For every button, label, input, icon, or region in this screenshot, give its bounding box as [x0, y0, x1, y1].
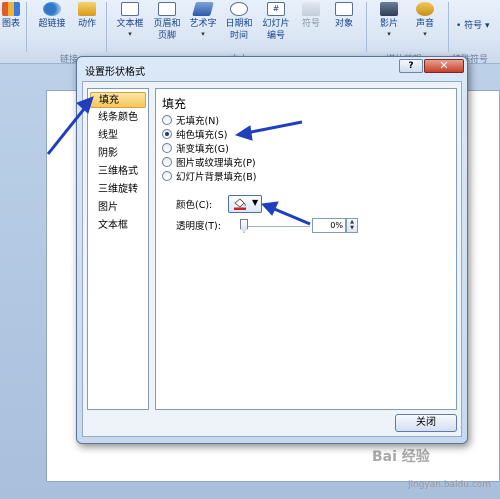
chevron-down-icon: ▾ [387, 30, 391, 38]
action-icon [78, 2, 96, 16]
symbol-button[interactable]: 符号 [298, 2, 324, 30]
omega-icon [302, 2, 320, 16]
divider [448, 2, 449, 52]
object-label: 对象 [334, 19, 353, 29]
watermark-url: jingyan.baidu.com [408, 480, 492, 490]
radio-icon [162, 115, 172, 125]
header-footer-label: 页眉和 [153, 19, 181, 29]
radio-icon [162, 143, 172, 153]
wordart-button[interactable]: 艺术字 ▾ [186, 2, 220, 38]
radio-icon [162, 171, 172, 181]
nav-item-3d-rotation[interactable]: 三维旋转 [90, 182, 146, 198]
radio-gradient-fill[interactable]: 渐变填充(G) [162, 143, 229, 156]
chevron-down-icon: ▾ [423, 30, 427, 38]
wordart-label: 艺术字 [189, 19, 217, 29]
radio-picture-fill[interactable]: 图片或纹理填充(P) [162, 157, 256, 170]
slide-number-button[interactable]: # 幻灯片 编号 [258, 2, 294, 42]
divider [106, 2, 107, 52]
textbox-button[interactable]: 文本框 ▾ [114, 2, 146, 38]
symbol-label: 符号 [301, 19, 320, 29]
chevron-down-icon: ▾ [201, 30, 205, 38]
film-icon [380, 2, 398, 16]
object-button[interactable]: 对象 [330, 2, 358, 30]
help-button[interactable]: ? [399, 59, 423, 73]
radio-label: 纯色填充(S) [176, 130, 228, 141]
nav-item-line-style[interactable]: 线型 [90, 128, 146, 144]
nav-item-line-color[interactable]: 线条颜色 [90, 110, 146, 126]
special-symbol-button[interactable]: • 符号 ▾ [456, 20, 496, 32]
nav-item-textbox[interactable]: 文本框 [90, 218, 146, 234]
textbox-label: 文本框 [116, 19, 144, 29]
movie-label: 影片 [379, 19, 398, 29]
section-title: 填充 [162, 97, 187, 111]
wordart-icon [192, 2, 214, 16]
clock-icon [230, 2, 248, 16]
nav-item-picture[interactable]: 图片 [90, 200, 146, 216]
slide-number-label-2: 编号 [266, 31, 285, 41]
action-button[interactable]: 动作 [74, 2, 100, 30]
speaker-icon [416, 2, 434, 16]
color-label: 颜色(C): [176, 200, 213, 211]
close-button[interactable]: 关闭 [395, 414, 457, 432]
radio-label: 无填充(N) [176, 116, 220, 127]
radio-background-fill[interactable]: 幻灯片背景填充(B) [162, 171, 256, 184]
header-footer-label-2: 页脚 [157, 31, 176, 41]
color-swatch [234, 207, 246, 210]
datetime-button[interactable]: 日期和 时间 [222, 2, 256, 42]
hyperlink-button[interactable]: 超链接 [36, 2, 68, 30]
nav-item-3d-format[interactable]: 三维格式 [90, 164, 146, 180]
close-icon[interactable]: ✕ [424, 59, 464, 73]
movie-button[interactable]: 影片 ▾ [374, 2, 404, 38]
paint-bucket-icon [234, 198, 246, 210]
chevron-down-icon: ▼ [252, 198, 259, 207]
hash-icon: # [267, 2, 285, 16]
sound-button[interactable]: 声音 ▾ [410, 2, 440, 38]
header-footer-button[interactable]: 页眉和 页脚 [150, 2, 184, 42]
dialog-body: 填充 线条颜色 线型 阴影 三维格式 三维旋转 图片 文本框 填充 无填充(N)… [82, 81, 462, 437]
color-picker-button[interactable]: ▼ [228, 195, 262, 213]
radio-selected-icon [162, 129, 172, 139]
nav-item-fill[interactable]: 填充 [90, 92, 146, 108]
radio-solid-fill[interactable]: 纯色填充(S) [162, 129, 227, 142]
watermark: Bai 经验 [372, 449, 430, 465]
link-icon [43, 2, 61, 16]
radio-no-fill[interactable]: 无填充(N) [162, 115, 219, 128]
chart-label: 图表 [1, 19, 20, 29]
category-list: 填充 线条颜色 线型 阴影 三维格式 三维旋转 图片 文本框 [87, 88, 149, 410]
hyperlink-label: 超链接 [38, 19, 66, 29]
divider [26, 2, 27, 52]
fill-panel: 填充 无填充(N) 纯色填充(S) 渐变填充(G) 图片或纹理填充(P) 幻灯片… [155, 88, 457, 410]
transparency-input[interactable]: 0% [312, 218, 346, 233]
ribbon: 图表 超链接 动作 文本框 ▾ 页眉和 页脚 艺术字 ▾ 日期和 时间 # 幻灯… [0, 0, 500, 65]
transparency-slider-thumb[interactable] [240, 219, 248, 233]
slide-number-label: 幻灯片 [262, 19, 290, 29]
datetime-label: 日期和 [225, 19, 253, 29]
divider [366, 2, 367, 52]
sound-label: 声音 [415, 19, 434, 29]
textbox-icon [121, 2, 139, 16]
radio-label: 图片或纹理填充(P) [176, 158, 256, 169]
header-footer-icon [158, 2, 176, 16]
transparency-slider-track[interactable] [240, 226, 310, 228]
special-symbol-label: • 符号 ▾ [456, 21, 490, 31]
transparency-label: 透明度(T): [176, 221, 221, 232]
chart-icon [2, 2, 20, 16]
dialog-title: 设置形状格式 [85, 67, 145, 78]
object-icon [335, 2, 353, 16]
chevron-down-icon: ▾ [128, 30, 132, 38]
transparency-spinner[interactable]: ▲ ▼ [346, 218, 358, 233]
datetime-label-2: 时间 [229, 31, 248, 41]
format-shape-dialog: 设置形状格式 ? ✕ 填充 线条颜色 线型 阴影 三维格式 三维旋转 图片 文本… [76, 56, 468, 444]
radio-icon [162, 157, 172, 167]
radio-label: 渐变填充(G) [176, 144, 229, 155]
nav-item-shadow[interactable]: 阴影 [90, 146, 146, 162]
chart-button[interactable]: 图表 [0, 2, 22, 30]
action-label: 动作 [77, 19, 96, 29]
radio-label: 幻灯片背景填充(B) [176, 172, 257, 183]
resize-grip-icon[interactable]: ⋰ [455, 426, 463, 434]
